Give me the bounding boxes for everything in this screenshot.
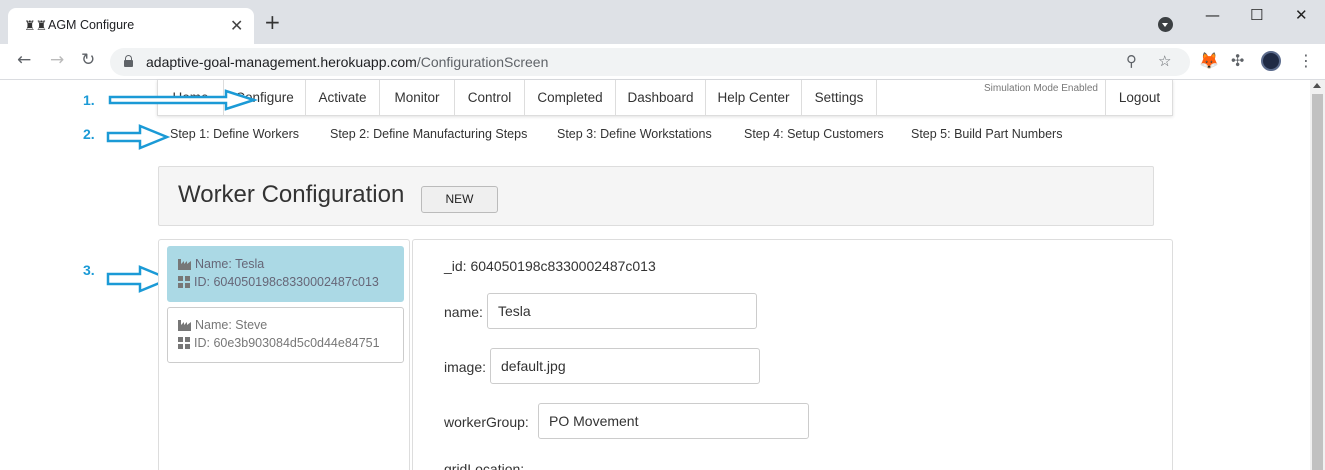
browser-toolbar: ← → ↻ adaptive-goal-management.herokuapp… xyxy=(0,44,1325,80)
annotation-1-label: 1. xyxy=(83,92,95,108)
page-content: Home Configure Activate Monitor Control … xyxy=(0,80,1310,470)
tab-close-icon[interactable]: ✕ xyxy=(230,16,243,35)
metamask-extension-icon[interactable]: 🦊 xyxy=(1199,51,1219,70)
annotation-2-label: 2. xyxy=(83,126,95,142)
step-4-link[interactable]: Step 4: Setup Customers xyxy=(744,127,884,141)
worker-id-line: _id: 604050198c8330002487c013 xyxy=(444,258,656,274)
worker-list-item[interactable]: Name: Steve ID: 60e3b903084d5c0d44e84751 xyxy=(167,307,404,363)
annotation-3-label: 3. xyxy=(83,262,95,278)
image-label: image: xyxy=(444,359,487,375)
worker-group-label: workerGroup: xyxy=(444,414,529,430)
zoom-icon[interactable]: ⚲ xyxy=(1126,52,1137,70)
factory-icon xyxy=(178,319,191,331)
step-5-link[interactable]: Step 5: Build Part Numbers xyxy=(911,127,1062,141)
worker-name: Name: Steve xyxy=(195,318,268,332)
forward-icon[interactable]: → xyxy=(50,50,64,70)
worker-detail-panel: _id: 604050198c8330002487c013 name: Tesl… xyxy=(412,239,1173,470)
maximize-icon[interactable]: ☐ xyxy=(1250,6,1263,24)
chess-favicon-icon: ♜♜ xyxy=(24,19,48,34)
name-label: name: xyxy=(444,304,483,320)
worker-group-input[interactable]: PO Movement xyxy=(538,403,809,439)
factory-icon xyxy=(178,258,191,270)
logout-button[interactable]: Logout xyxy=(1105,80,1173,115)
qr-code-icon xyxy=(178,276,190,288)
profile-avatar[interactable] xyxy=(1261,51,1281,71)
page-title: Worker Configuration xyxy=(178,181,405,208)
browser-tab[interactable]: ♜♜ AGM Configure ✕ xyxy=(8,8,254,44)
tab-search-icon[interactable] xyxy=(1158,17,1173,32)
tab-title: AGM Configure xyxy=(48,18,135,32)
bookmark-star-icon[interactable]: ☆ xyxy=(1158,52,1171,70)
simulation-mode-label: Simulation Mode Enabled xyxy=(984,83,1098,94)
new-worker-button[interactable]: NEW xyxy=(421,186,498,213)
qr-code-icon xyxy=(178,337,190,349)
new-tab-icon[interactable]: + xyxy=(264,12,281,32)
worker-list-item[interactable]: Name: Tesla ID: 604050198c8330002487c013 xyxy=(167,246,404,302)
extensions-puzzle-icon[interactable]: ✣ xyxy=(1231,51,1244,70)
address-bar[interactable]: adaptive-goal-management.herokuapp.com/C… xyxy=(110,48,1190,76)
annotation-1-arrow-icon xyxy=(108,89,258,111)
annotation-2-arrow-icon xyxy=(106,124,170,150)
browser-menu-icon[interactable]: ⋮ xyxy=(1298,51,1314,70)
nav-settings[interactable]: Settings xyxy=(802,80,877,115)
scroll-thumb[interactable] xyxy=(1312,94,1323,470)
nav-activate[interactable]: Activate xyxy=(306,80,380,115)
name-input[interactable]: Tesla xyxy=(487,293,757,329)
nav-help-center[interactable]: Help Center xyxy=(706,80,802,115)
worker-id: ID: 604050198c8330002487c013 xyxy=(194,275,379,289)
step-3-link[interactable]: Step 3: Define Workstations xyxy=(557,127,712,141)
lock-icon[interactable] xyxy=(124,55,133,67)
page-scrollbar[interactable] xyxy=(1310,80,1325,470)
worker-name: Name: Tesla xyxy=(195,257,265,271)
scroll-up-arrow-icon[interactable] xyxy=(1313,83,1321,88)
step-2-link[interactable]: Step 2: Define Manufacturing Steps xyxy=(330,127,527,141)
step-1-link[interactable]: Step 1: Define Workers xyxy=(170,127,299,141)
url-text[interactable]: adaptive-goal-management.herokuapp.com/C… xyxy=(146,54,548,70)
reload-icon[interactable]: ↻ xyxy=(81,50,95,70)
config-header: Worker Configuration NEW xyxy=(158,166,1154,226)
nav-completed[interactable]: Completed xyxy=(525,80,616,115)
minimize-icon[interactable]: — xyxy=(1205,6,1220,24)
back-icon[interactable]: ← xyxy=(17,50,31,70)
browser-tabstrip: ♜♜ AGM Configure ✕ + — ☐ ✕ xyxy=(0,0,1325,44)
nav-control[interactable]: Control xyxy=(455,80,525,115)
worker-list-panel: Name: Tesla ID: 604050198c8330002487c013… xyxy=(158,239,410,470)
nav-dashboard[interactable]: Dashboard xyxy=(616,80,706,115)
nav-monitor[interactable]: Monitor xyxy=(380,80,455,115)
image-input[interactable]: default.jpg xyxy=(490,348,760,384)
worker-id: ID: 60e3b903084d5c0d44e84751 xyxy=(194,336,380,350)
grid-location-label: gridLocation: xyxy=(444,461,525,470)
window-close-icon[interactable]: ✕ xyxy=(1295,6,1308,24)
main-nav: Home Configure Activate Monitor Control … xyxy=(157,80,1173,116)
